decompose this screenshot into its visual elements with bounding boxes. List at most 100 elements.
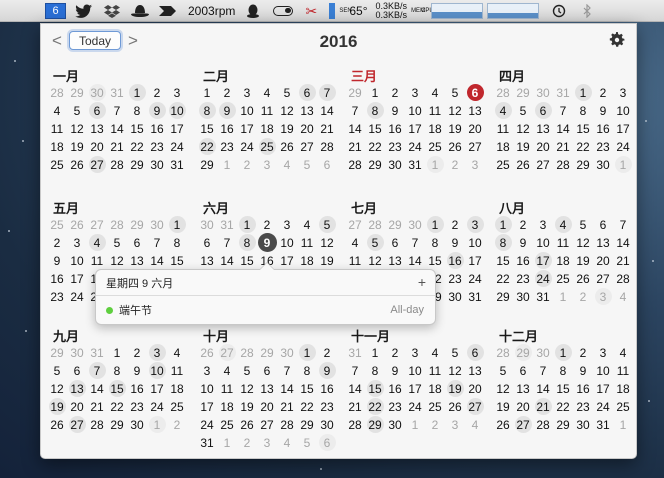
day-cell[interactable]: 10 (613, 102, 633, 120)
day-cell[interactable]: 16 (385, 120, 405, 138)
day-cell[interactable]: 15 (553, 380, 573, 398)
day-cell[interactable]: 29 (385, 216, 405, 234)
day-cell[interactable]: 21 (107, 138, 127, 156)
day-cell[interactable]: 20 (67, 398, 87, 416)
day-cell[interactable]: 2 (385, 344, 405, 362)
day-cell[interactable]: 29 (197, 156, 217, 174)
day-cell[interactable]: 21 (87, 398, 107, 416)
day-cell[interactable]: 14 (107, 120, 127, 138)
day-cell[interactable]: 3 (445, 416, 465, 434)
day-cell[interactable]: 2 (257, 216, 277, 234)
day-cell[interactable]: 30 (445, 288, 465, 306)
qq-penguin-icon[interactable] (243, 4, 263, 18)
day-cell[interactable]: 7 (87, 362, 107, 380)
day-cell[interactable]: 13 (197, 252, 217, 270)
day-cell[interactable]: 15 (365, 120, 385, 138)
month-name[interactable]: 九月 (53, 326, 187, 344)
day-cell[interactable]: 2 (217, 84, 237, 102)
day-cell[interactable]: 4 (277, 156, 297, 174)
day-cell[interactable]: 22 (107, 398, 127, 416)
day-cell[interactable]: 13 (533, 120, 553, 138)
day-cell[interactable]: 19 (47, 398, 67, 416)
memory-graph[interactable] (431, 2, 484, 19)
day-cell[interactable]: 9 (385, 102, 405, 120)
day-cell[interactable]: 21 (345, 398, 365, 416)
day-cell[interactable]: 3 (257, 156, 277, 174)
day-cell[interactable]: 5 (67, 102, 87, 120)
day-cell[interactable]: 13 (465, 362, 485, 380)
day-cell[interactable]: 16 (593, 120, 613, 138)
day-cell[interactable]: 2 (127, 344, 147, 362)
day-cell[interactable]: 8 (553, 362, 573, 380)
day-cell[interactable]: 15 (493, 252, 513, 270)
month-name[interactable]: 四月 (499, 66, 633, 84)
day-cell[interactable]: 28 (613, 270, 633, 288)
day-cell[interactable]: 19 (237, 398, 257, 416)
day-cell[interactable]: 17 (167, 120, 187, 138)
day-cell[interactable]: 23 (47, 288, 67, 306)
day-cell[interactable]: 15 (197, 120, 217, 138)
day-cell[interactable]: 4 (277, 434, 297, 452)
day-cell[interactable]: 28 (317, 138, 337, 156)
day-cell[interactable]: 23 (385, 398, 405, 416)
day-cell[interactable]: 27 (513, 416, 533, 434)
day-cell[interactable]: 28 (87, 416, 107, 434)
day-cell[interactable]: 12 (365, 252, 385, 270)
day-cell[interactable]: 19 (445, 120, 465, 138)
day-cell[interactable]: 10 (147, 362, 167, 380)
month-name[interactable]: 十月 (203, 326, 337, 344)
day-cell[interactable]: 6 (257, 362, 277, 380)
day-cell[interactable]: 17 (405, 380, 425, 398)
day-cell[interactable]: 5 (297, 434, 317, 452)
day-cell[interactable]: 25 (217, 416, 237, 434)
day-cell[interactable]: 17 (147, 380, 167, 398)
day-cell[interactable]: 6 (593, 216, 613, 234)
day-cell[interactable]: 16 (317, 380, 337, 398)
day-cell[interactable]: 3 (405, 84, 425, 102)
day-cell[interactable]: 2 (573, 344, 593, 362)
day-cell[interactable]: 11 (87, 252, 107, 270)
day-cell[interactable]: 14 (317, 102, 337, 120)
day-cell[interactable]: 15 (107, 380, 127, 398)
day-cell[interactable]: 23 (317, 398, 337, 416)
day-cell[interactable]: 2 (425, 416, 445, 434)
day-cell[interactable]: 1 (217, 156, 237, 174)
day-cell[interactable]: 26 (197, 344, 217, 362)
day-cell[interactable]: 4 (493, 102, 513, 120)
day-cell[interactable]: 8 (365, 102, 385, 120)
day-cell[interactable]: 2 (573, 288, 593, 306)
day-cell[interactable]: 1 (553, 344, 573, 362)
day-cell[interactable]: 29 (47, 344, 67, 362)
day-cell[interactable]: 29 (127, 156, 147, 174)
day-cell[interactable]: 17 (613, 120, 633, 138)
day-cell[interactable]: 30 (533, 344, 553, 362)
day-cell[interactable]: 30 (533, 84, 553, 102)
day-cell[interactable]: 31 (405, 156, 425, 174)
day-cell[interactable]: 14 (533, 380, 553, 398)
day-cell[interactable]: 2 (237, 434, 257, 452)
day-cell[interactable]: 2 (237, 156, 257, 174)
day-cell[interactable]: 30 (127, 416, 147, 434)
day-cell[interactable]: 8 (107, 362, 127, 380)
time-machine-icon[interactable] (549, 4, 569, 18)
day-cell[interactable]: 26 (445, 138, 465, 156)
battery-bar-icon[interactable] (329, 2, 336, 19)
day-cell[interactable]: 16 (217, 120, 237, 138)
selected-day-cell[interactable]: 9 (257, 233, 277, 252)
month-name[interactable]: 三月 (351, 66, 485, 84)
day-cell[interactable]: 18 (167, 380, 187, 398)
day-cell[interactable]: 14 (147, 252, 167, 270)
day-cell[interactable]: 27 (593, 270, 613, 288)
day-cell[interactable]: 20 (533, 138, 553, 156)
day-cell[interactable]: 29 (553, 416, 573, 434)
day-cell[interactable]: 1 (365, 84, 385, 102)
day-cell[interactable]: 28 (47, 84, 67, 102)
day-cell[interactable]: 23 (593, 138, 613, 156)
day-cell[interactable]: 5 (493, 362, 513, 380)
day-cell[interactable]: 17 (593, 380, 613, 398)
day-cell[interactable]: 13 (67, 380, 87, 398)
day-cell[interactable]: 29 (257, 344, 277, 362)
day-cell[interactable]: 11 (425, 102, 445, 120)
day-cell[interactable]: 16 (385, 380, 405, 398)
day-cell[interactable]: 23 (127, 398, 147, 416)
